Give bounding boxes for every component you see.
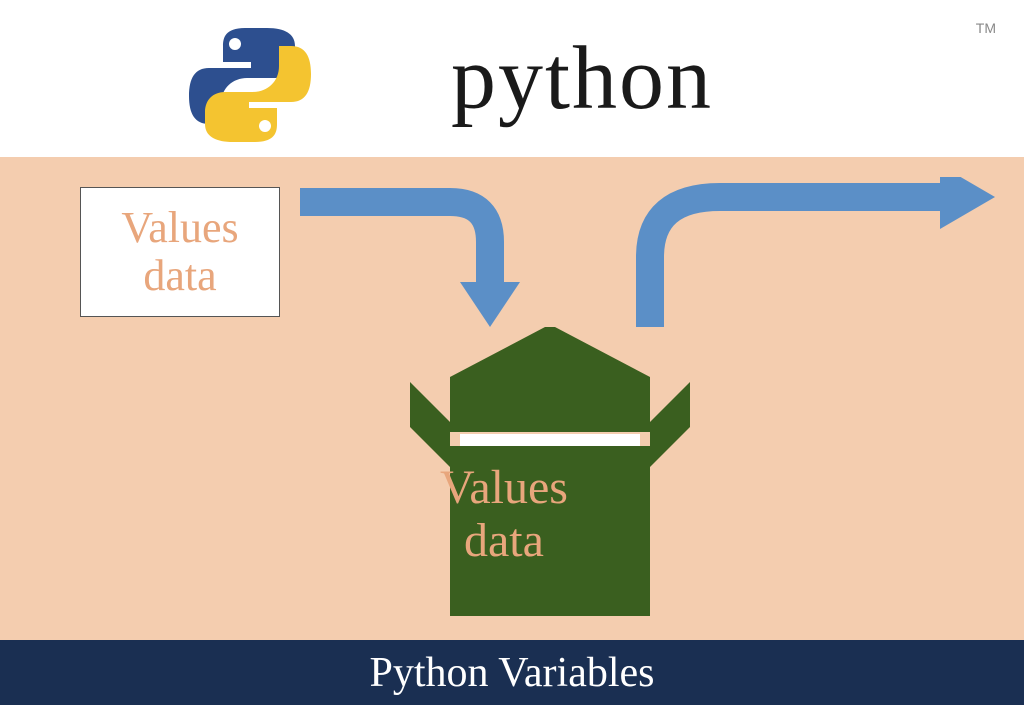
arrow-out-of-box-icon	[620, 177, 1010, 337]
footer-title: Python Variables	[369, 649, 654, 697]
card-line1: Values	[121, 204, 238, 252]
python-logo-icon	[175, 20, 325, 155]
arrow-into-box-icon	[290, 182, 550, 342]
values-data-card: Values data	[80, 187, 280, 317]
logo-text: python	[451, 27, 713, 130]
box-values-label: Values data	[440, 462, 568, 568]
box-line1: Values	[440, 462, 568, 515]
diagram-area: Values data	[0, 157, 1024, 640]
diagram-container: python TM Values data	[0, 0, 1024, 705]
footer-title-bar: Python Variables	[0, 640, 1024, 705]
card-line2: data	[143, 252, 216, 300]
trademark-label: TM	[976, 20, 996, 36]
header: python TM	[0, 0, 1024, 157]
box-line2: data	[440, 515, 568, 568]
